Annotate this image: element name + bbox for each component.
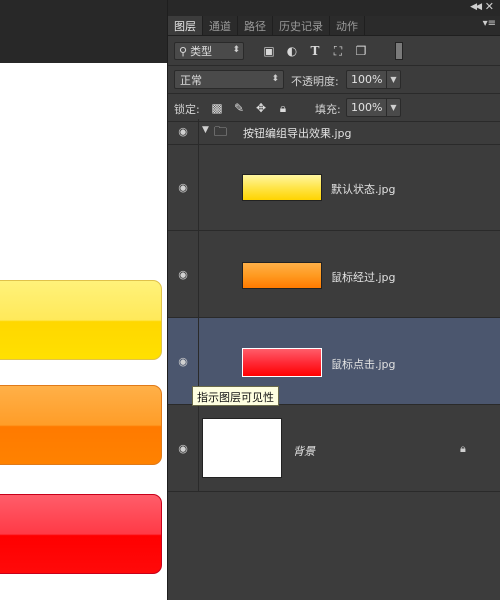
document-canvas-area [0, 0, 167, 600]
shape-filter-icon[interactable]: ⛶ [331, 44, 345, 58]
smart-object-filter-icon[interactable]: ❐ [354, 44, 368, 58]
blend-mode-select[interactable]: 正常 ⬍ [174, 70, 284, 89]
layer-filter-row: ⚲ 类型 ⬍ ▣ ◐ T ⛶ ❐ [168, 36, 500, 66]
lock-position-icon[interactable]: ✥ [254, 101, 268, 115]
layer-thumbnail [202, 418, 282, 478]
layers-panel: ◀◀ ✕ 图层 通道 路径 历史记录 动作 ▾≡ ⚲ 类型 ⬍ ▣ ◐ T ⛶ … [167, 0, 500, 600]
panel-menu-icon[interactable]: ▾≡ [483, 18, 496, 29]
close-icon[interactable]: ✕ [485, 0, 494, 13]
expand-triangle-icon[interactable]: ▼ [202, 125, 209, 135]
panel-title-bar: ◀◀ ✕ [168, 0, 500, 16]
tab-channels[interactable]: 通道 [203, 16, 238, 35]
layer-group[interactable]: ◉ ▼ 🗀 按钮编组导出效果.jpg [168, 119, 500, 145]
tab-history[interactable]: 历史记录 [273, 16, 330, 35]
blend-opacity-row: 正常 ⬍ 不透明度: 100% ▼ [168, 66, 500, 94]
yellow-button-preview [0, 280, 162, 360]
collapse-panel-icon[interactable]: ◀◀ [470, 2, 482, 12]
chevron-down-icon[interactable]: ▼ [386, 71, 400, 88]
updown-chevron-icon: ⬍ [271, 74, 279, 84]
eye-icon[interactable]: ◉ [177, 443, 189, 455]
lock-fill-row: 锁定: ▩ ✎ ✥ 🔒︎ 填充: 100% ▼ [168, 94, 500, 122]
document-canvas[interactable] [0, 63, 167, 600]
search-icon: ⚲ [179, 44, 188, 58]
eye-icon[interactable]: ◉ [177, 126, 189, 138]
lock-all-icon[interactable]: 🔒︎ [276, 101, 290, 115]
layer-name: 默认状态.jpg [331, 183, 396, 196]
lock-icon: 🔒︎ [460, 442, 466, 455]
eye-icon[interactable]: ◉ [177, 182, 189, 194]
eye-icon[interactable]: ◉ [177, 269, 189, 281]
chevron-down-icon[interactable]: ▼ [386, 99, 400, 116]
opacity-label: 不透明度: [291, 75, 339, 88]
adjustment-filter-icon[interactable]: ◐ [285, 44, 299, 58]
layer-name: 按钮编组导出效果.jpg [243, 127, 352, 140]
filter-type-select[interactable]: ⚲ 类型 ⬍ [174, 42, 244, 60]
layer-hover-state[interactable]: ◉ 鼠标经过.jpg [168, 231, 500, 318]
panel-tabs: 图层 通道 路径 历史记录 动作 ▾≡ [168, 16, 500, 36]
lock-label: 锁定: [174, 103, 200, 116]
eye-icon[interactable]: ◉ [177, 356, 189, 368]
tab-layers[interactable]: 图层 [168, 16, 203, 35]
layer-thumbnail [242, 174, 322, 201]
divider [198, 405, 199, 491]
lock-image-pixels-icon[interactable]: ✎ [232, 101, 246, 115]
divider [198, 145, 199, 230]
layer-default-state[interactable]: ◉ 默认状态.jpg [168, 145, 500, 231]
updown-chevron-icon: ⬍ [232, 45, 240, 55]
opacity-field[interactable]: 100% ▼ [346, 70, 401, 89]
red-button-preview [0, 494, 162, 574]
layer-thumbnail [242, 348, 322, 377]
fill-field[interactable]: 100% ▼ [346, 98, 401, 117]
blend-mode-value: 正常 [180, 73, 202, 87]
opacity-value: 100% [351, 73, 383, 86]
layer-name: 鼠标点击.jpg [331, 358, 396, 371]
divider [198, 231, 199, 317]
layer-name: 背景 [293, 445, 315, 458]
filter-toggle-switch[interactable] [395, 42, 403, 60]
layer-background[interactable]: ◉ 背景 🔒︎ [168, 405, 500, 492]
tab-paths[interactable]: 路径 [238, 16, 273, 35]
visibility-tooltip: 指示图层可见性 [192, 386, 279, 406]
orange-button-preview [0, 385, 162, 465]
lock-transparent-pixels-icon[interactable]: ▩ [210, 101, 224, 115]
layer-thumbnail [242, 262, 322, 289]
fill-value: 100% [351, 101, 383, 114]
layer-name: 鼠标经过.jpg [331, 271, 396, 284]
folder-icon: 🗀 [214, 125, 228, 140]
tab-actions[interactable]: 动作 [330, 16, 365, 35]
fill-label: 填充: [315, 103, 341, 116]
divider [198, 119, 199, 144]
filter-type-label: 类型 [190, 45, 213, 58]
type-filter-icon[interactable]: T [308, 44, 322, 58]
image-filter-icon[interactable]: ▣ [262, 44, 276, 58]
